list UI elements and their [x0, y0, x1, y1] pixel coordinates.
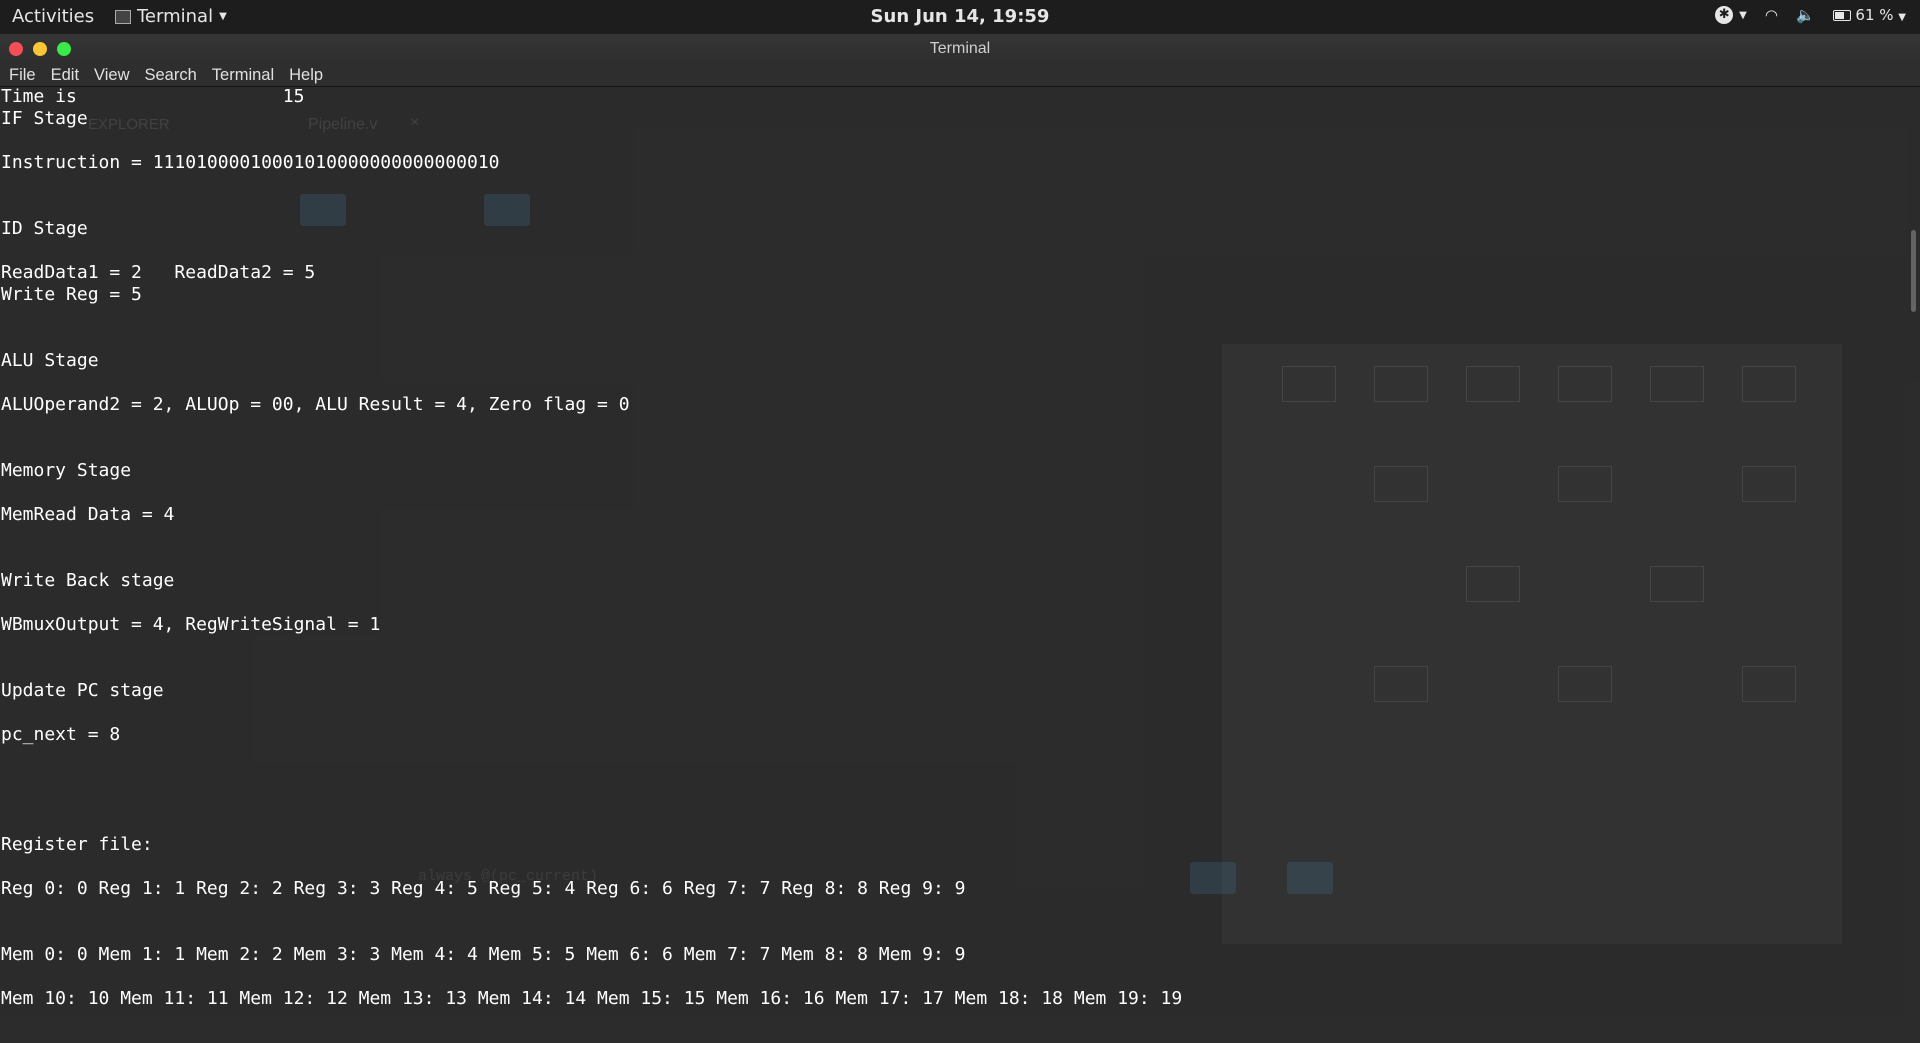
app-menu-label: Terminal: [137, 6, 214, 27]
terminal-line: Memory Stage: [1, 460, 132, 481]
window-titlebar[interactable]: Terminal: [0, 34, 1920, 64]
minimize-window-button[interactable]: [33, 42, 47, 56]
terminal-line: Write Back stage: [1, 570, 175, 591]
window-title: Terminal: [929, 40, 991, 57]
menu-edit[interactable]: Edit: [51, 64, 79, 86]
chevron-down-icon: ▼: [1739, 9, 1747, 21]
menu-help[interactable]: Help: [289, 64, 323, 86]
terminal-line: ReadData1 = 2 ReadData2 = 5: [1, 262, 316, 283]
menu-bar: File Edit View Search Terminal Help: [0, 64, 1920, 86]
terminal-line: Reg 0: 0 Reg 1: 1 Reg 2: 2 Reg 3: 3 Reg …: [1, 878, 966, 899]
accessibility-icon: ✱: [1715, 6, 1734, 24]
maximize-window-button[interactable]: [57, 42, 71, 56]
close-window-button[interactable]: [9, 42, 23, 56]
terminal-line: pc_next = 8: [1, 724, 121, 745]
activities-button[interactable]: Activities: [12, 6, 94, 27]
terminal-line: WBmuxOutput = 4, RegWriteSignal = 1: [1, 614, 381, 635]
terminal-line: Register file:: [1, 834, 153, 855]
folder-icon: [1287, 862, 1333, 894]
image-thumbnail-icon: [1742, 666, 1796, 702]
menu-terminal[interactable]: Terminal: [212, 64, 274, 86]
image-thumbnail-icon: [1466, 366, 1520, 402]
image-thumbnail-icon: [1374, 466, 1428, 502]
image-thumbnail-icon: [1558, 366, 1612, 402]
image-thumbnail-icon: [1466, 566, 1520, 602]
accessibility-menu[interactable]: ✱ ▼: [1715, 6, 1747, 24]
scrollbar-thumb[interactable]: [1911, 230, 1916, 312]
image-thumbnail-icon: [1742, 366, 1796, 402]
terminal-output[interactable]: Time is 15 IF Stage Instruction = 11101000…: [1, 86, 1182, 1010]
chevron-down-icon: ▼: [219, 11, 227, 22]
battery-icon: [1832, 10, 1851, 21]
image-thumbnail-icon: [1558, 666, 1612, 702]
clock[interactable]: Sun Jun 14, 19:59: [0, 6, 1920, 27]
terminal-line: ALUOperand2 = 2, ALUOp = 00, ALU Result …: [1, 394, 630, 415]
terminal-line: Mem 10: 10 Mem 11: 11 Mem 12: 12 Mem 13:…: [1, 988, 1183, 1009]
terminal-line: Update PC stage: [1, 680, 164, 701]
menu-view[interactable]: View: [94, 64, 129, 86]
battery-status[interactable]: 61 % ▼: [1832, 6, 1906, 24]
app-menu-button[interactable]: Terminal ▼: [115, 6, 227, 27]
background-file-manager: [1222, 344, 1842, 944]
image-thumbnail-icon: [1650, 366, 1704, 402]
menu-file[interactable]: File: [9, 64, 36, 86]
terminal-icon: [115, 9, 131, 24]
terminal-area[interactable]: EXPLORER Pipeline.v × always @(pc_curren…: [0, 86, 1920, 1043]
image-thumbnail-icon: [1374, 366, 1428, 402]
image-thumbnail-icon: [1374, 666, 1428, 702]
terminal-line: ALU Stage: [1, 350, 99, 371]
volume-icon: 🔈: [1795, 6, 1815, 24]
terminal-line: Write Reg = 5: [1, 284, 142, 305]
top-bar: Activities Terminal ▼ Sun Jun 14, 19:59 …: [0, 0, 1920, 34]
battery-percent: 61 %: [1855, 6, 1894, 24]
system-tray[interactable]: ✱ ▼ ◠ 🔈 61 % ▼: [1715, 6, 1906, 24]
image-thumbnail-icon: [1282, 366, 1336, 402]
terminal-line: Mem 0: 0 Mem 1: 1 Mem 2: 2 Mem 3: 3 Mem …: [1, 944, 966, 965]
image-thumbnail-icon: [1650, 566, 1704, 602]
chevron-down-icon: ▼: [1898, 12, 1906, 23]
terminal-line: Instruction = 11101000010001010000000000…: [1, 152, 500, 173]
image-thumbnail-icon: [1558, 466, 1612, 502]
terminal-line: ID Stage: [1, 218, 88, 239]
terminal-line: Time is 15: [1, 86, 305, 107]
terminal-line: MemRead Data = 4: [1, 504, 175, 525]
terminal-line: IF Stage: [1, 108, 88, 129]
wifi-icon: ◠: [1764, 6, 1778, 24]
image-thumbnail-icon: [1742, 466, 1796, 502]
folder-icon: [1190, 862, 1236, 894]
menu-search[interactable]: Search: [145, 64, 197, 86]
